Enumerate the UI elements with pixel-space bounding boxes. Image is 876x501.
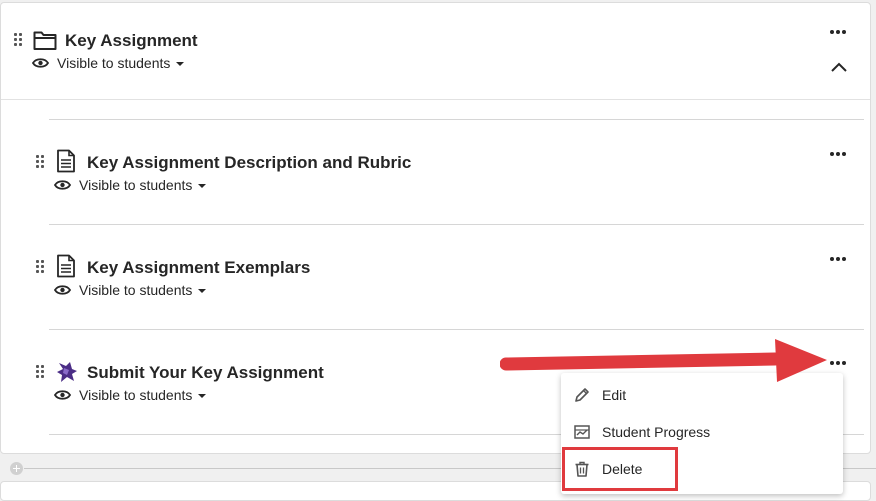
visibility-label: Visible to students [79, 177, 193, 193]
item-title[interactable]: Submit Your Key Assignment [87, 363, 324, 383]
drag-handle-icon[interactable] [36, 365, 44, 379]
item-title[interactable]: Key Assignment Description and Rubric [87, 153, 411, 173]
eye-icon [54, 390, 71, 400]
add-content-plus-icon[interactable] [10, 462, 23, 475]
item-visibility-dropdown[interactable]: Visible to students [54, 177, 207, 193]
progress-chart-icon [574, 425, 590, 439]
item-more-options-button[interactable] [830, 150, 850, 158]
item-title[interactable]: Key Assignment Exemplars [87, 258, 310, 278]
item-divider [49, 119, 864, 120]
drag-handle-icon[interactable] [14, 33, 22, 47]
folder-title[interactable]: Key Assignment [65, 31, 198, 51]
caret-down-icon [176, 62, 185, 66]
item-divider [49, 224, 864, 225]
folder-more-options-button[interactable] [830, 28, 850, 36]
caret-down-icon [198, 184, 207, 188]
caret-down-icon [198, 394, 207, 398]
annotation-arrow-icon [500, 339, 827, 382]
visibility-label: Visible to students [79, 387, 193, 403]
visibility-label: Visible to students [79, 282, 193, 298]
pencil-icon [575, 388, 589, 402]
document-icon [57, 149, 75, 173]
eye-icon [54, 285, 71, 295]
document-icon [57, 254, 75, 278]
folder-header[interactable]: Key Assignment Visible to students [1, 3, 870, 100]
caret-down-icon [198, 289, 207, 293]
drag-handle-icon[interactable] [36, 155, 44, 169]
item-divider [49, 329, 864, 330]
visibility-label: Visible to students [57, 55, 171, 71]
drag-handle-icon[interactable] [36, 260, 44, 274]
delete-highlight-box [562, 447, 678, 491]
chevron-up-icon[interactable] [830, 61, 848, 73]
item-visibility-dropdown[interactable]: Visible to students [54, 387, 207, 403]
assignment-puzzle-icon [57, 362, 77, 382]
folder-visibility-dropdown[interactable]: Visible to students [32, 55, 185, 71]
item-more-options-button[interactable] [830, 359, 850, 367]
folder-icon [33, 31, 57, 50]
item-visibility-dropdown[interactable]: Visible to students [54, 282, 207, 298]
menu-item-label: Student Progress [602, 424, 711, 440]
menu-item-label: Edit [602, 387, 627, 403]
item-more-options-button[interactable] [830, 255, 850, 263]
eye-icon [54, 180, 71, 190]
eye-icon [32, 58, 49, 68]
menu-item-student-progress[interactable]: Student Progress [561, 415, 843, 451]
